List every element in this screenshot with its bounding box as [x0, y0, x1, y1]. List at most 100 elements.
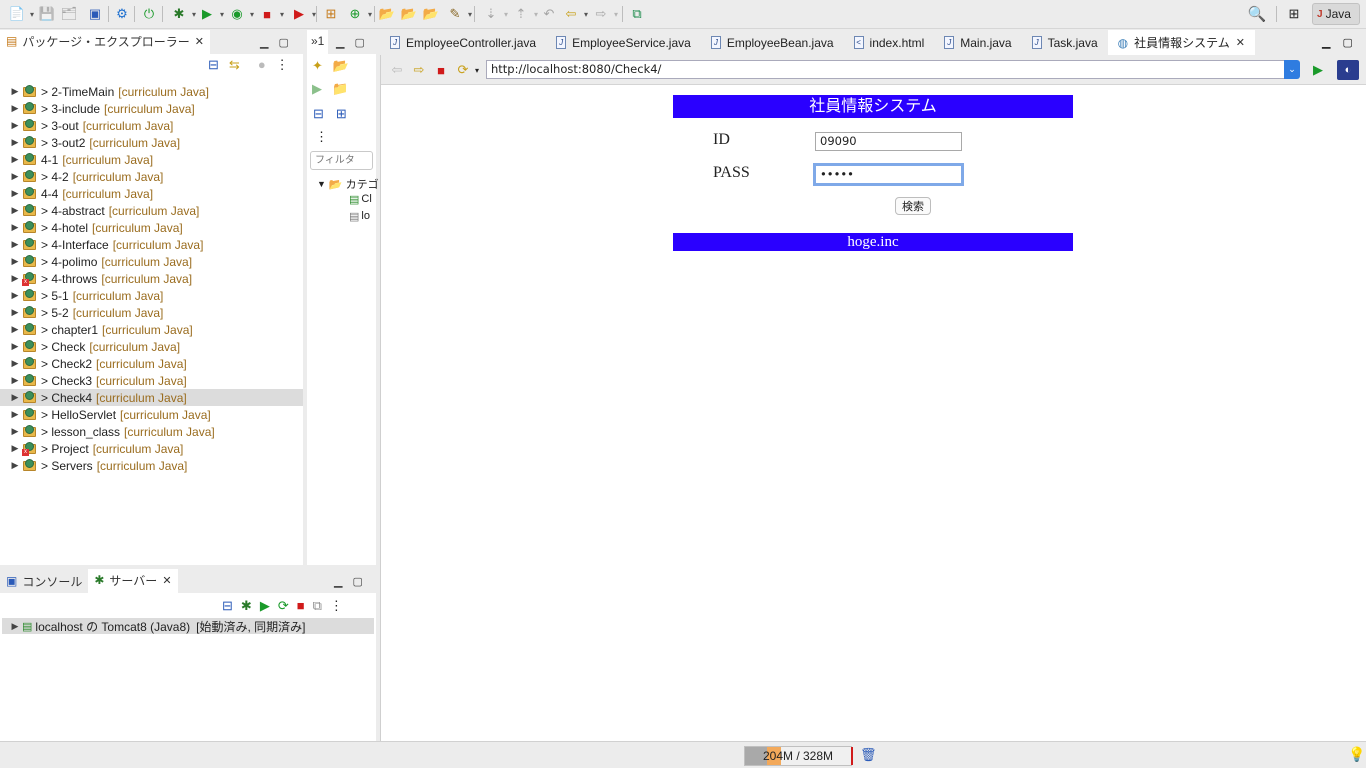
tree-item[interactable]: ▶ > HelloServlet [curriculum Java]: [0, 406, 303, 423]
expand-arrow-icon[interactable]: ▶: [8, 103, 22, 114]
save-all-icon[interactable]: 🗂: [60, 5, 78, 23]
tree-item[interactable]: ▶ > 4-polimo [curriculum Java]: [0, 253, 303, 270]
run-disabled-icon[interactable]: ▶: [312, 81, 322, 97]
task-item[interactable]: ▤ lo: [349, 210, 370, 223]
close-icon[interactable]: ✕: [162, 574, 171, 587]
heap-status[interactable]: 204M / 328M: [744, 746, 852, 766]
expand-icon[interactable]: ⊞: [336, 106, 347, 122]
tree-item[interactable]: ▶ > Check3 [curriculum Java]: [0, 372, 303, 389]
save-icon[interactable]: 💾: [38, 5, 56, 23]
expand-arrow-icon[interactable]: ▶: [8, 460, 22, 471]
editor-tab[interactable]: < index.html: [844, 30, 935, 55]
filter-input[interactable]: [310, 151, 373, 170]
category-node[interactable]: ▼ 📂 カテゴ: [317, 176, 379, 192]
close-icon[interactable]: ✕: [1236, 36, 1245, 49]
expand-arrow-icon[interactable]: ▶: [8, 290, 22, 301]
prev-annotation-icon[interactable]: ⇡: [512, 5, 538, 23]
back-icon[interactable]: ⇦: [562, 5, 588, 23]
open-browser-icon[interactable]: ⧉: [628, 5, 646, 23]
tab-package-explorer[interactable]: ▤ パッケージ・エクスプローラー ✕: [0, 30, 210, 54]
collapse-icon[interactable]: ⊟: [313, 106, 324, 122]
tree-item[interactable]: ▶ > 3-out2 [curriculum Java]: [0, 134, 303, 151]
expand-arrow-icon[interactable]: ▶: [8, 222, 22, 233]
minimize-icon[interactable]: ▁: [334, 575, 342, 588]
search-icon[interactable]: 🔍: [1248, 5, 1267, 23]
expand-arrow-icon[interactable]: ▶: [8, 86, 22, 97]
expand-arrow-icon[interactable]: ▶: [8, 426, 22, 437]
expand-arrow-icon[interactable]: ▶: [8, 409, 22, 420]
external-tools-icon[interactable]: ▶: [290, 5, 316, 23]
new-folder-icon[interactable]: 📁: [332, 81, 348, 97]
expand-arrow-icon[interactable]: ▶: [8, 239, 22, 250]
minimize-icon[interactable]: ▁: [260, 36, 268, 49]
expand-arrow-icon[interactable]: ▶: [8, 392, 22, 403]
terminal-icon[interactable]: ▣: [86, 5, 104, 23]
maximize-icon[interactable]: ▢: [1342, 36, 1352, 49]
tree-item[interactable]: ▶ > 4-2 [curriculum Java]: [0, 168, 303, 185]
java-perspective-button[interactable]: J Java: [1312, 3, 1360, 25]
tab-outline[interactable]: »1: [307, 30, 329, 54]
next-annotation-icon[interactable]: ⇣: [482, 5, 508, 23]
editor-tab[interactable]: J EmployeeBean.java: [701, 30, 844, 55]
tree-item[interactable]: ▶ 4-1 [curriculum Java]: [0, 151, 303, 168]
tree-item[interactable]: ▶ > Servers [curriculum Java]: [0, 457, 303, 474]
package-icon[interactable]: ⊞: [322, 5, 340, 23]
profile-server-icon[interactable]: ⟳: [278, 598, 289, 614]
tree-item[interactable]: ▶ > Check [curriculum Java]: [0, 338, 303, 355]
go-icon[interactable]: ▶: [1310, 62, 1326, 78]
server-row[interactable]: ▶ ▤ localhost の Tomcat8 (Java8) [始動済み, 同…: [2, 618, 374, 634]
stop-server-icon[interactable]: ■: [297, 598, 305, 614]
new-class-icon[interactable]: ⊕: [346, 5, 372, 23]
minimize-icon[interactable]: ▁: [336, 36, 344, 49]
tree-item[interactable]: ▶ > 5-1 [curriculum Java]: [0, 287, 303, 304]
browser-forward-icon[interactable]: ⇨: [411, 62, 427, 78]
tree-item[interactable]: ▶ > chapter1 [curriculum Java]: [0, 321, 303, 338]
stop-icon[interactable]: ■: [258, 5, 284, 23]
minimize-icon[interactable]: ▁: [1322, 36, 1330, 49]
expand-arrow-icon[interactable]: ▶: [8, 358, 22, 369]
tree-item[interactable]: ▶ > 4-hotel [curriculum Java]: [0, 219, 303, 236]
expand-arrow-icon[interactable]: ▶: [8, 205, 22, 216]
editor-tab[interactable]: J EmployeeController.java: [380, 30, 546, 55]
expand-arrow-icon[interactable]: ▶: [8, 307, 22, 318]
editor-tab[interactable]: ◍ 社員情報システム ✕: [1107, 30, 1255, 55]
tree-item[interactable]: ▶ > 3-out [curriculum Java]: [0, 117, 303, 134]
publish-icon[interactable]: ⧉: [313, 598, 322, 614]
id-input[interactable]: 09090: [815, 132, 962, 151]
new-task-icon[interactable]: ✦: [312, 58, 323, 74]
open-perspective-icon[interactable]: ⊞: [1285, 5, 1303, 23]
url-history-dropdown[interactable]: ⌄: [1284, 60, 1300, 79]
open-task-icon[interactable]: 📂: [400, 5, 418, 23]
collapse-icon[interactable]: ⊟: [222, 598, 233, 614]
expand-arrow-icon[interactable]: ▶: [8, 443, 22, 454]
maximize-icon[interactable]: ▢: [354, 36, 364, 49]
browser-stop-icon[interactable]: ■: [433, 62, 449, 78]
expand-arrow-icon[interactable]: ▶: [8, 171, 22, 182]
expand-arrow-icon[interactable]: ▶: [8, 137, 22, 148]
task-item[interactable]: ▤ Cl: [349, 193, 372, 206]
close-icon[interactable]: ✕: [195, 35, 204, 48]
tip-icon[interactable]: 💡: [1348, 746, 1365, 763]
open-resource-icon[interactable]: 📂: [422, 5, 440, 23]
last-edit-icon[interactable]: ↶: [540, 5, 558, 23]
power-icon[interactable]: ⏻: [140, 5, 158, 23]
tree-item[interactable]: ▶ 4-4 [curriculum Java]: [0, 185, 303, 202]
open-type-icon[interactable]: 📂: [378, 5, 396, 23]
url-input[interactable]: http://localhost:8080/Check4/: [486, 60, 1286, 79]
editor-tab[interactable]: J EmployeeService.java: [546, 30, 701, 55]
tab-servers[interactable]: ✱ サーバー ✕: [88, 569, 178, 593]
browser-back-icon[interactable]: ⇦: [389, 62, 405, 78]
expand-arrow-icon[interactable]: ▶: [8, 341, 22, 352]
view-menu-icon[interactable]: ⋮: [330, 598, 343, 614]
tree-item[interactable]: ▶ x > Project [curriculum Java]: [0, 440, 303, 457]
expand-arrow-icon[interactable]: ▶: [8, 375, 22, 386]
search-button[interactable]: 検索: [895, 197, 931, 215]
new-icon[interactable]: 📄: [8, 5, 34, 23]
garbage-collect-icon[interactable]: 🗑: [860, 747, 877, 763]
tree-item[interactable]: ▶ > lesson_class [curriculum Java]: [0, 423, 303, 440]
tree-item[interactable]: ▶ > 3-include [curriculum Java]: [0, 100, 303, 117]
editor-tab[interactable]: J Main.java: [934, 30, 1021, 55]
expand-arrow-icon[interactable]: ▶: [8, 188, 22, 199]
open-folder-icon[interactable]: 📂: [333, 58, 349, 74]
tree-item[interactable]: ▶ > 2-TimeMain [curriculum Java]: [0, 83, 303, 100]
